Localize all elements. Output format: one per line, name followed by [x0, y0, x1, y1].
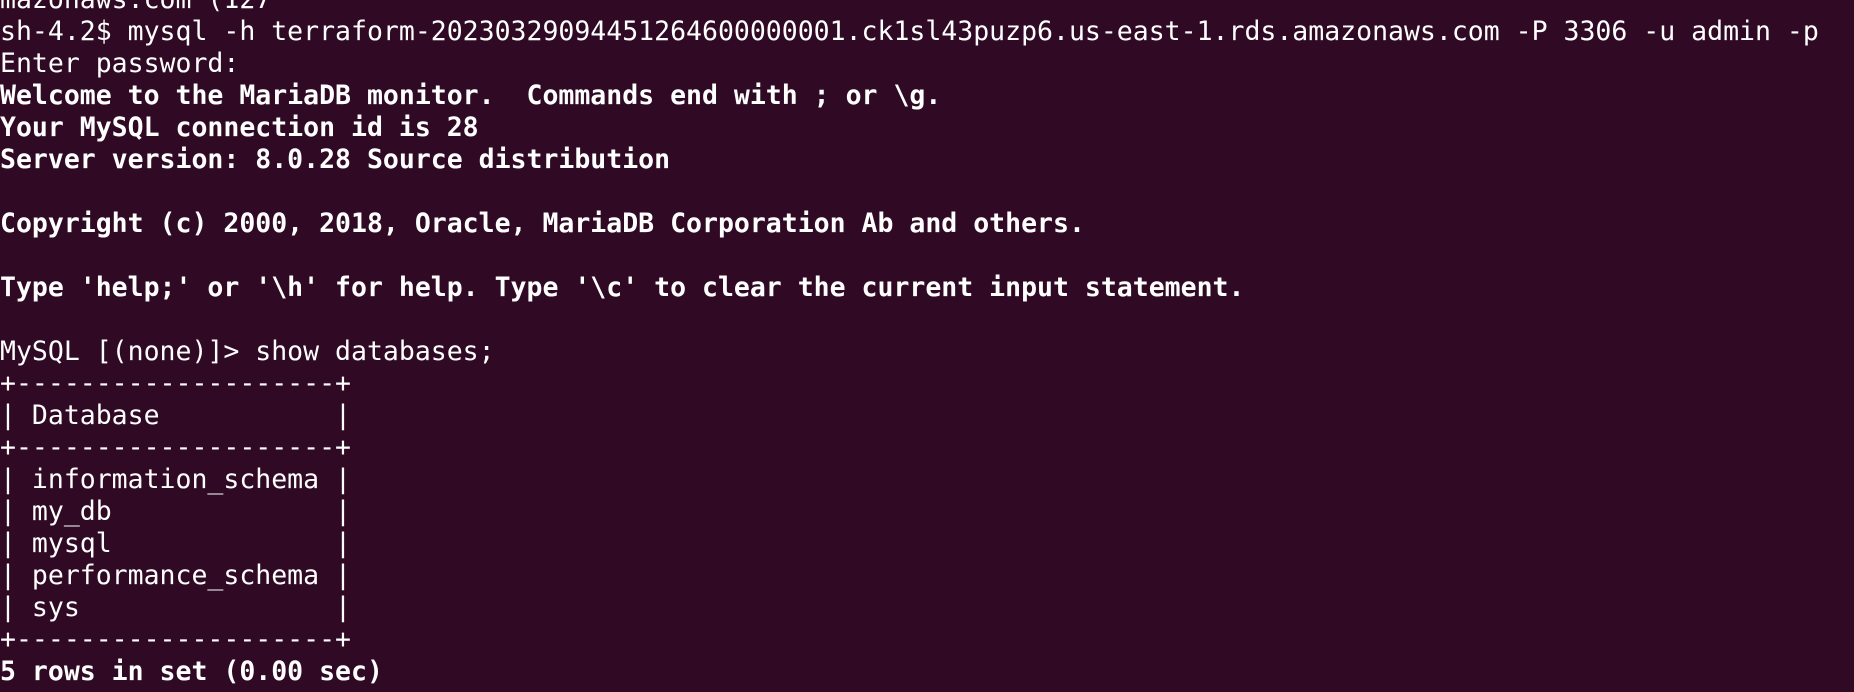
table-header-row: | Database |: [0, 400, 351, 431]
server-version-line: Server version: 8.0.28 Source distributi…: [0, 144, 671, 175]
table-row: | my_db |: [0, 496, 351, 527]
table-row: | information_schema |: [0, 464, 351, 495]
connection-id-line: Your MySQL connection id is 28: [0, 112, 479, 143]
terminal-window[interactable]: mazonaws.com (127 sh-4.2$ mysql -h terra…: [0, 0, 1854, 692]
mysql-prompt-command-line: MySQL [(none)]> show databases;: [0, 336, 495, 367]
copyright-line: Copyright (c) 2000, 2018, Oracle, MariaD…: [0, 208, 1085, 239]
terminal-output: mazonaws.com (127 sh-4.2$ mysql -h terra…: [0, 0, 1819, 688]
table-row: | performance_schema |: [0, 560, 351, 591]
table-header-border: +--------------------+: [0, 432, 351, 463]
clipped-previous-output-line: mazonaws.com (127: [0, 0, 1819, 16]
table-row: | mysql |: [0, 528, 351, 559]
table-row: | sys |: [0, 592, 351, 623]
shell-command-line: sh-4.2$ mysql -h terraform-2023032909445…: [0, 16, 1819, 47]
table-border-top: +--------------------+: [0, 368, 351, 399]
help-hint-line: Type 'help;' or '\h' for help. Type '\c'…: [0, 272, 1245, 303]
password-prompt-line: Enter password:: [0, 48, 240, 79]
table-border-bottom: +--------------------+: [0, 624, 351, 655]
result-summary-line: 5 rows in set (0.00 sec): [0, 656, 383, 687]
welcome-message-line: Welcome to the MariaDB monitor. Commands…: [0, 80, 942, 111]
